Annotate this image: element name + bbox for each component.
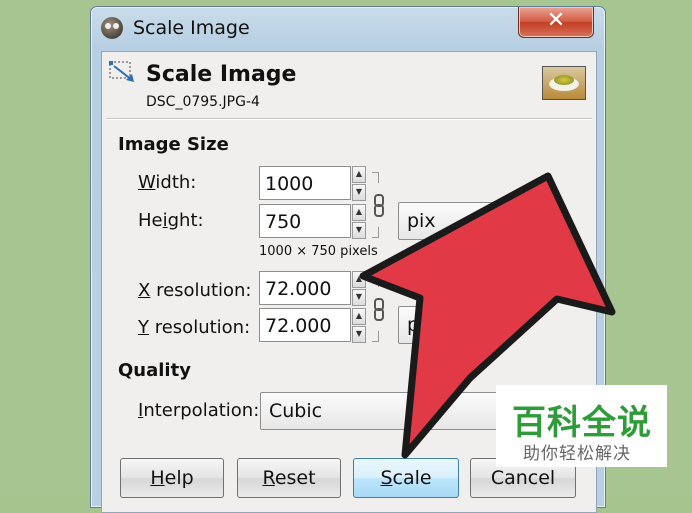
- watermark: 百科全说 助你轻松解决: [496, 385, 667, 467]
- watermark-main: 百科全说: [512, 403, 652, 443]
- watermark-sub: 助你轻松解决: [523, 444, 631, 464]
